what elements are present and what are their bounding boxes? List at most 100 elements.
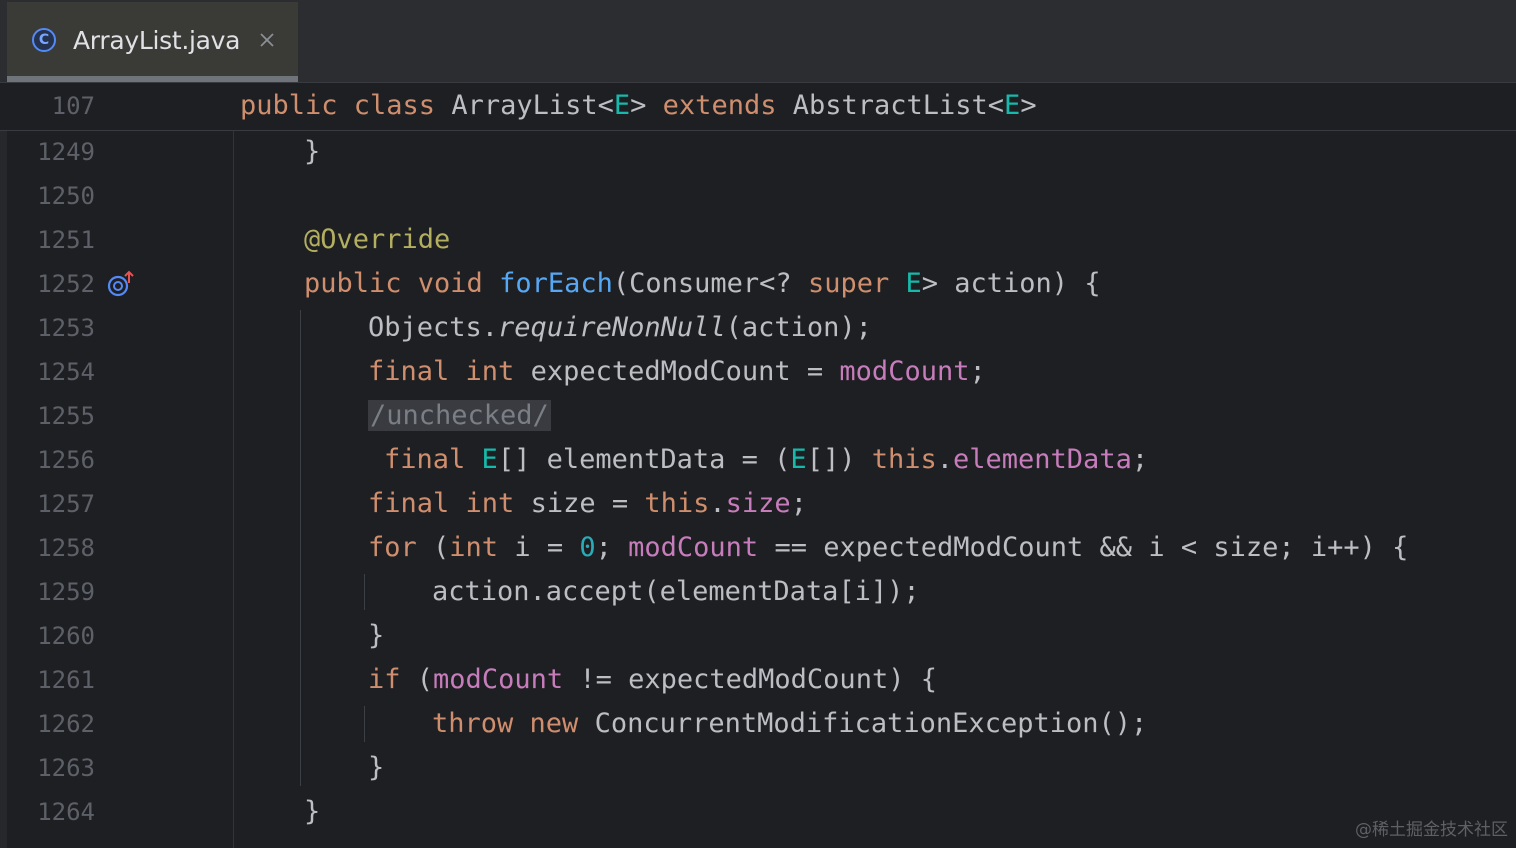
code-token: modCount xyxy=(433,664,564,695)
line-number[interactable]: 1255 xyxy=(37,402,95,430)
code-token: E xyxy=(481,444,498,475)
code-token: } xyxy=(304,136,321,167)
code-token: extends xyxy=(662,90,793,121)
code-line[interactable]: 1251 @Override xyxy=(0,218,1516,262)
code-token: action.accept(elementData[i]); xyxy=(432,576,920,607)
code-text: throw new ConcurrentModificationExceptio… xyxy=(432,708,1147,740)
code-token: (action); xyxy=(725,312,872,343)
code-text: } xyxy=(368,752,384,784)
code-line[interactable]: 1250 xyxy=(0,174,1516,218)
line-number[interactable]: 1253 xyxy=(37,314,95,342)
editor-tab-bar: C ArrayList.java xyxy=(0,0,1516,83)
code-token: > xyxy=(630,90,663,121)
code-line[interactable]: 1261 if (modCount != expectedModCount) { xyxy=(0,658,1516,702)
code-token: throw new xyxy=(432,708,595,739)
code-line[interactable]: 1264} xyxy=(0,790,1516,834)
code-token: size = xyxy=(530,488,645,519)
code-token: . xyxy=(936,444,954,475)
code-line[interactable]: 1253 Objects.requireNonNull(action); xyxy=(0,306,1516,350)
line-number[interactable]: 1250 xyxy=(37,182,95,210)
code-token: > xyxy=(1020,90,1037,121)
line-number[interactable]: 1249 xyxy=(37,138,95,166)
code-text: } xyxy=(304,136,320,168)
code-token: } xyxy=(368,620,385,651)
code-token: elementData xyxy=(953,444,1132,475)
code-line[interactable]: 1252 public void forEach(Consumer<? super… xyxy=(0,262,1516,306)
code-token: ( xyxy=(416,664,434,695)
code-token: > action) { xyxy=(921,268,1101,299)
code-token: forEach xyxy=(499,268,613,299)
code-token: E xyxy=(613,90,631,121)
sticky-line-number: 107 xyxy=(51,92,95,120)
line-number[interactable]: 1252 xyxy=(37,270,95,298)
code-line[interactable]: 1256 final E[] elementData = (E[]) this.e… xyxy=(0,438,1516,482)
sticky-class-header[interactable]: 107 public class ArrayList<E> extends Ab… xyxy=(0,84,1516,131)
code-text: } xyxy=(368,620,384,652)
tab-arraylist-java[interactable]: C ArrayList.java xyxy=(7,2,298,82)
code-line[interactable]: 1254 final int expectedModCount = modCoun… xyxy=(0,350,1516,394)
code-token: final int xyxy=(368,356,531,387)
code-line[interactable]: 1249} xyxy=(0,130,1516,174)
code-line[interactable]: 1262 throw new ConcurrentModificationExce… xyxy=(0,702,1516,746)
code-line[interactable]: 1259 action.accept(elementData[i]); xyxy=(0,570,1516,614)
code-token: ; xyxy=(1131,444,1149,475)
line-number[interactable]: 1262 xyxy=(37,710,95,738)
code-token: int xyxy=(449,532,515,563)
code-token: Objects. xyxy=(368,312,499,343)
code-token: } xyxy=(368,752,385,783)
line-number[interactable]: 1257 xyxy=(37,490,95,518)
tab-title: ArrayList.java xyxy=(73,26,241,55)
code-token: size xyxy=(725,488,791,519)
code-text: for (int i = 0; modCount == expectedModC… xyxy=(368,532,1408,564)
code-token: ; xyxy=(790,488,807,519)
active-tab-indicator xyxy=(7,76,298,82)
code-token: (Consumer<? xyxy=(612,268,808,299)
code-token: @Override xyxy=(304,224,451,255)
code-line[interactable]: 1255/unchecked/ xyxy=(0,394,1516,438)
code-token: if xyxy=(368,664,417,695)
code-token: []) xyxy=(806,444,872,475)
code-token: E xyxy=(790,444,807,475)
code-text: Objects.requireNonNull(action); xyxy=(368,312,872,344)
code-token: E xyxy=(905,268,922,299)
code-token: 0 xyxy=(579,532,596,563)
code-token: i = xyxy=(514,532,580,563)
line-number[interactable]: 1264 xyxy=(37,798,95,826)
code-token: super xyxy=(807,268,906,299)
code-line[interactable]: 1257 final int size = this.size; xyxy=(0,482,1516,526)
line-number[interactable]: 1260 xyxy=(37,622,95,650)
override-method-icon[interactable] xyxy=(106,270,136,300)
code-token: ; xyxy=(969,356,986,387)
code-token: for xyxy=(368,532,434,563)
code-token: } xyxy=(304,796,321,827)
code-text: public void forEach(Consumer<? super E> … xyxy=(304,268,1101,300)
line-number[interactable]: 1259 xyxy=(37,578,95,606)
code-token: ArrayList< xyxy=(451,90,614,121)
close-icon[interactable] xyxy=(257,30,277,50)
line-number[interactable]: 1254 xyxy=(37,358,95,386)
code-text: final E[] elementData = (E[]) this.eleme… xyxy=(384,444,1148,476)
code-token: E xyxy=(1004,90,1021,121)
line-number[interactable]: 1256 xyxy=(37,446,95,474)
code-text: } xyxy=(304,796,320,828)
code-token: this xyxy=(644,488,710,519)
code-token: == expectedModCount && i < size; i++) { xyxy=(758,532,1409,563)
folded-comment[interactable]: /unchecked/ xyxy=(368,400,551,431)
code-text: action.accept(elementData[i]); xyxy=(432,576,920,608)
code-line[interactable]: 1258 for (int i = 0; modCount == expected… xyxy=(0,526,1516,570)
code-token: modCount xyxy=(628,532,759,563)
code-token: AbstractList< xyxy=(792,90,1005,121)
code-token: expectedModCount = xyxy=(530,356,840,387)
line-number[interactable]: 1251 xyxy=(37,226,95,254)
watermark: @稀土掘金技术社区 xyxy=(1355,820,1508,840)
code-line[interactable]: 1260} xyxy=(0,614,1516,658)
code-token: final xyxy=(384,444,482,475)
code-line[interactable]: 1263} xyxy=(0,746,1516,790)
line-number[interactable]: 1258 xyxy=(37,534,95,562)
line-number[interactable]: 1261 xyxy=(37,666,95,694)
code-token: ( xyxy=(433,532,450,563)
code-token: modCount xyxy=(839,356,970,387)
code-token: . xyxy=(709,488,726,519)
line-number[interactable]: 1263 xyxy=(37,754,95,782)
indent-guide xyxy=(300,310,301,786)
